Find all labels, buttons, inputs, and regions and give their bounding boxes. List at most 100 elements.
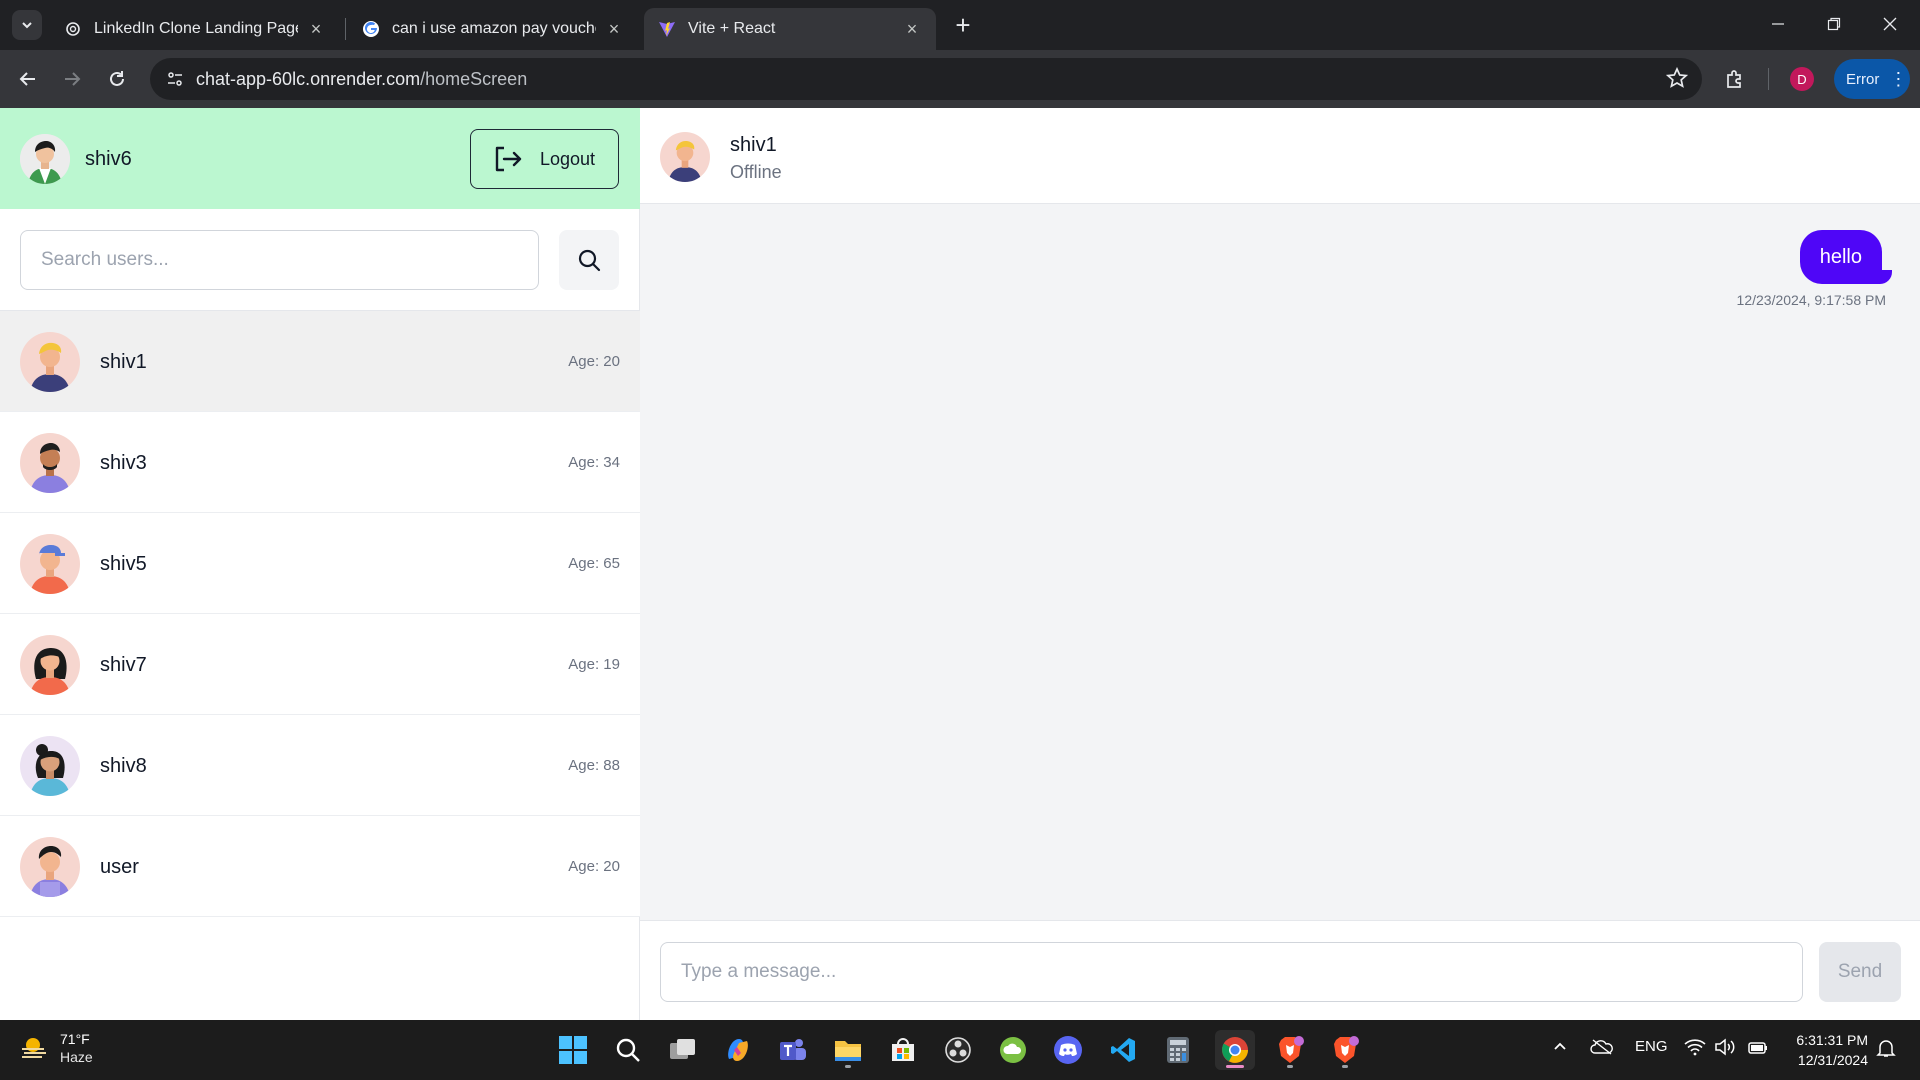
task-view-icon <box>670 1039 695 1059</box>
user-list-item[interactable]: shiv5 Age: 65 <box>0 513 640 614</box>
user-age: Age: 20 <box>568 353 620 370</box>
vscode-button[interactable] <box>1103 1030 1143 1070</box>
error-button[interactable]: Error ⋮ <box>1834 59 1910 99</box>
brave-icon <box>1279 1036 1304 1063</box>
reload-icon <box>110 71 124 86</box>
running-indicator <box>1342 1065 1348 1068</box>
forward-arrow-icon <box>65 72 81 86</box>
user-list-item[interactable]: shiv3 Age: 34 <box>0 412 640 513</box>
search-button[interactable] <box>559 230 619 290</box>
browser-tabstrip: LinkedIn Clone Landing Page × can i use … <box>0 0 1920 50</box>
send-button[interactable]: Send <box>1819 942 1901 1002</box>
windows-icon <box>559 1036 587 1064</box>
store-icon <box>892 1038 914 1061</box>
puzzle-icon <box>1727 70 1741 88</box>
minimize-button[interactable] <box>1750 8 1806 40</box>
microsoft-store-button[interactable] <box>883 1030 923 1070</box>
user-name: shiv1 <box>100 351 147 373</box>
current-user-name: shiv6 <box>85 148 132 170</box>
teams-button[interactable] <box>773 1030 813 1070</box>
url-text: chat-app-60lc.onrender.com/homeScreen <box>196 69 527 90</box>
tab-search-button[interactable] <box>12 10 42 40</box>
show-hidden-icons-button[interactable] <box>1552 1038 1568 1058</box>
calculator-icon <box>1167 1037 1189 1063</box>
user-name: user <box>100 856 139 878</box>
haze-icon <box>22 1038 46 1058</box>
google-icon <box>362 20 380 38</box>
task-view-button[interactable] <box>663 1030 703 1070</box>
close-icon[interactable]: × <box>902 19 922 39</box>
tab-title: Vite + React <box>688 20 776 37</box>
back-button[interactable] <box>13 64 43 94</box>
onedrive-icon[interactable] <box>1590 1038 1614 1060</box>
extensions-button[interactable] <box>1720 64 1750 94</box>
tab-separator <box>345 18 346 40</box>
toolbar-divider <box>1768 68 1769 90</box>
back-arrow-icon <box>19 72 35 86</box>
language-indicator[interactable]: ENG <box>1635 1038 1668 1055</box>
close-icon <box>1883 17 1897 31</box>
user-avatar <box>20 736 80 796</box>
file-explorer-button[interactable] <box>828 1030 868 1070</box>
wifi-icon[interactable] <box>1684 1038 1706 1060</box>
chat-header: shiv1 Offline <box>640 108 1920 204</box>
teams-icon <box>780 1039 806 1060</box>
message-composer: Send <box>640 920 1920 1020</box>
notifications-bell-icon[interactable] <box>1876 1038 1896 1062</box>
taskbar-search-button[interactable] <box>608 1030 648 1070</box>
user-avatar <box>20 837 80 897</box>
user-list-item[interactable]: shiv8 Age: 88 <box>0 715 640 816</box>
copilot-button[interactable] <box>718 1030 758 1070</box>
user-list-item[interactable]: shiv1 Age: 20 <box>0 311 640 412</box>
bookmark-star-icon[interactable] <box>1665 66 1689 94</box>
error-label: Error <box>1846 70 1880 88</box>
calculator-button[interactable] <box>1158 1030 1198 1070</box>
discord-button[interactable] <box>1048 1030 1088 1070</box>
chevron-up-icon <box>1554 1042 1566 1050</box>
taskbar: 71°F Haze ENG 6:31:31 PM 12/31/2024 <box>0 1020 1920 1080</box>
volume-icon[interactable] <box>1714 1038 1736 1060</box>
search-users-input[interactable] <box>20 230 539 290</box>
site-info-icon[interactable] <box>160 64 190 94</box>
new-tab-button[interactable]: + <box>950 10 976 40</box>
user-avatar <box>20 534 80 594</box>
chevron-down-icon <box>22 22 32 29</box>
message-input[interactable] <box>660 942 1803 1002</box>
user-list-item[interactable]: shiv7 Age: 19 <box>0 614 640 715</box>
cloud-icon <box>1000 1037 1026 1063</box>
tab-google-search[interactable]: can i use amazon pay voucher f × <box>348 8 638 50</box>
user-avatar <box>20 635 80 695</box>
logout-button[interactable]: Logout <box>470 129 619 189</box>
close-icon[interactable]: × <box>306 19 326 39</box>
browser-toolbar: chat-app-60lc.onrender.com/homeScreen D … <box>0 50 1920 108</box>
vscode-icon <box>1111 1038 1135 1062</box>
brave-button[interactable] <box>1270 1030 1310 1070</box>
battery-icon[interactable] <box>1746 1038 1768 1060</box>
reload-button[interactable] <box>102 64 132 94</box>
chrome-button[interactable] <box>1215 1030 1255 1070</box>
current-user-header: shiv6 Logout <box>0 108 640 209</box>
close-window-button[interactable] <box>1862 8 1918 40</box>
tab-vite-react[interactable]: Vite + React × <box>644 8 936 50</box>
logout-label: Logout <box>539 148 596 169</box>
current-user-avatar <box>20 134 70 184</box>
user-list-item[interactable]: user Age: 20 <box>0 816 640 917</box>
user-age: Age: 20 <box>568 858 620 875</box>
tab-linkedin-clone[interactable]: LinkedIn Clone Landing Page × <box>50 8 340 50</box>
address-bar[interactable]: chat-app-60lc.onrender.com/homeScreen <box>150 58 1702 100</box>
restore-button[interactable] <box>1806 8 1862 40</box>
user-age: Age: 65 <box>568 555 620 572</box>
cloud-app-button[interactable] <box>993 1030 1033 1070</box>
running-indicator <box>1287 1065 1293 1068</box>
brave-profile-button[interactable] <box>1325 1030 1365 1070</box>
weather-description: Haze <box>60 1049 93 1065</box>
forward-button[interactable] <box>57 64 87 94</box>
profile-avatar[interactable]: D <box>1790 67 1814 91</box>
obs-button[interactable] <box>938 1030 978 1070</box>
chat-panel: shiv1 Offline hello 12/23/2024, 9:17:58 … <box>640 108 1920 1020</box>
user-age: Age: 19 <box>568 656 620 673</box>
start-button[interactable] <box>553 1030 593 1070</box>
system-clock[interactable]: 6:31:31 PM 12/31/2024 <box>1796 1030 1868 1070</box>
close-icon[interactable]: × <box>604 19 624 39</box>
weather-widget[interactable]: 71°F Haze <box>20 1030 93 1066</box>
